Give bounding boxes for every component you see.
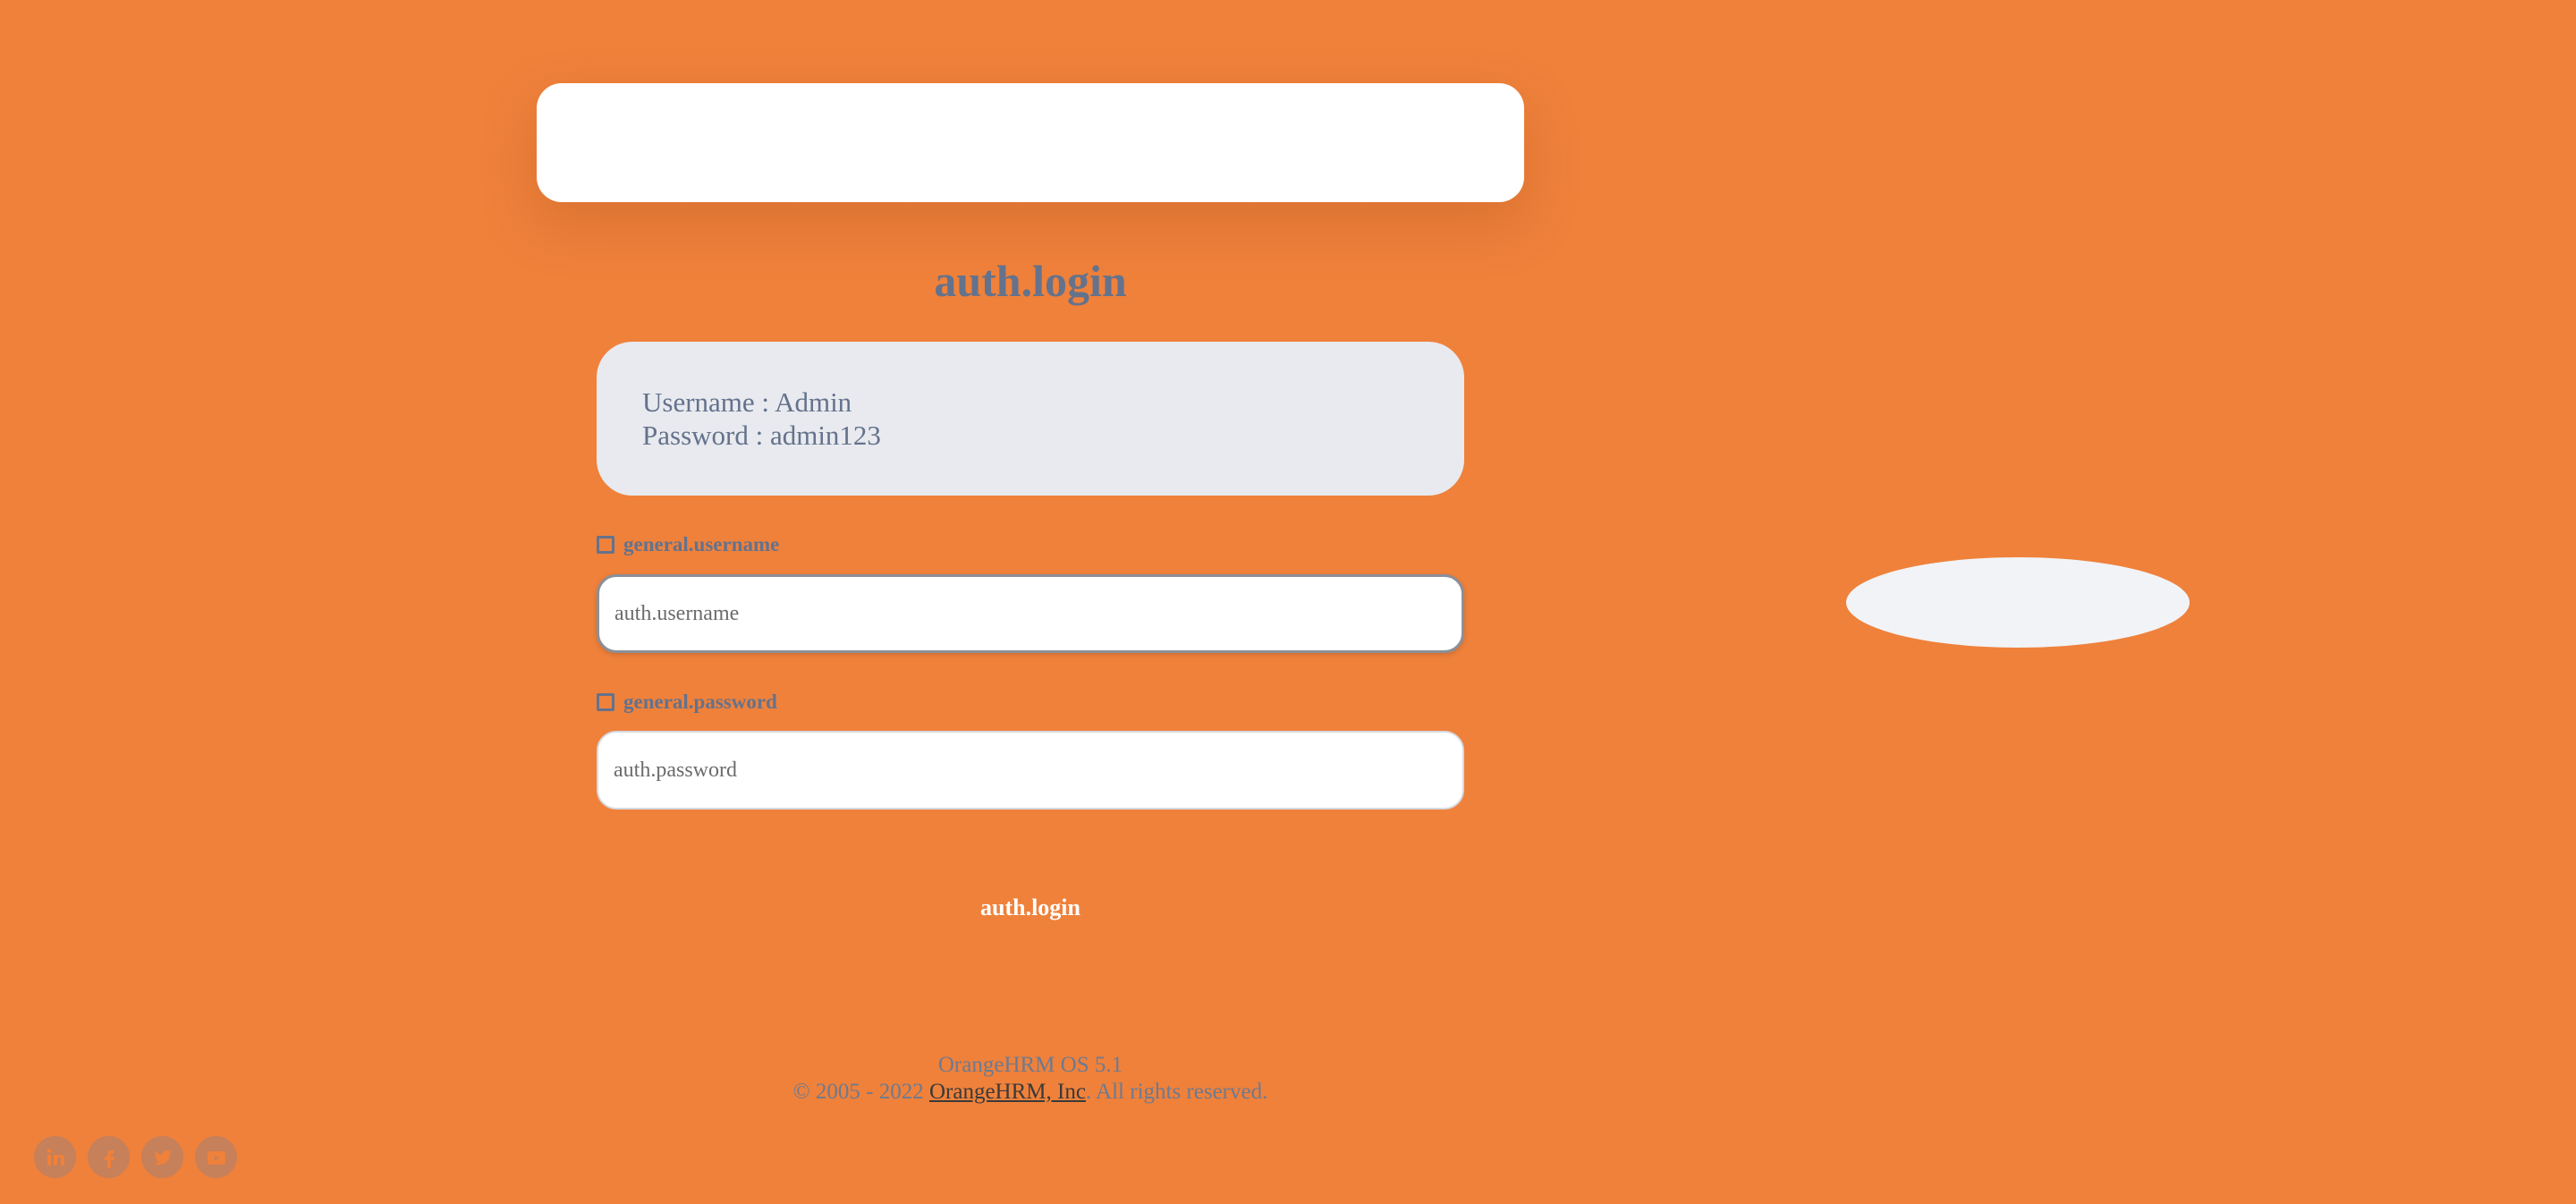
username-label-text: general.username xyxy=(623,533,780,555)
youtube-icon[interactable] xyxy=(195,1136,237,1178)
footer-copyright: © 2005 - 2022 OrangeHRM, Inc. All rights… xyxy=(537,1079,1524,1106)
copyright-prefix: © 2005 - 2022 xyxy=(792,1080,929,1104)
login-button[interactable]: auth.login xyxy=(939,881,1122,935)
credentials-hint: Username : Admin Password : admin123 xyxy=(597,342,1464,496)
key-icon xyxy=(597,693,614,711)
company-link[interactable]: OrangeHRM, Inc xyxy=(929,1080,1086,1104)
logo-banner xyxy=(537,83,1524,202)
facebook-icon[interactable] xyxy=(88,1136,130,1178)
login-title: auth.login xyxy=(934,256,1127,306)
login-page: auth.login Username : Admin Password : a… xyxy=(0,0,2576,1204)
decorative-oval xyxy=(1846,557,2190,648)
credentials-username: Username : Admin xyxy=(642,386,852,418)
credentials-password: Password : admin123 xyxy=(642,420,881,451)
footer: OrangeHRM OS 5.1 © 2005 - 2022 OrangeHRM… xyxy=(537,1052,1524,1106)
password-input[interactable] xyxy=(597,731,1464,810)
password-label-text: general.password xyxy=(623,691,777,713)
password-label: general.password xyxy=(597,691,777,714)
twitter-icon[interactable] xyxy=(141,1136,183,1178)
username-label: general.username xyxy=(597,533,779,556)
copyright-suffix: . All rights reserved. xyxy=(1085,1080,1268,1104)
linkedin-icon[interactable] xyxy=(34,1136,76,1178)
username-input[interactable] xyxy=(597,574,1464,653)
footer-version: OrangeHRM OS 5.1 xyxy=(937,1053,1123,1077)
social-links xyxy=(34,1136,237,1178)
user-icon xyxy=(597,536,614,554)
